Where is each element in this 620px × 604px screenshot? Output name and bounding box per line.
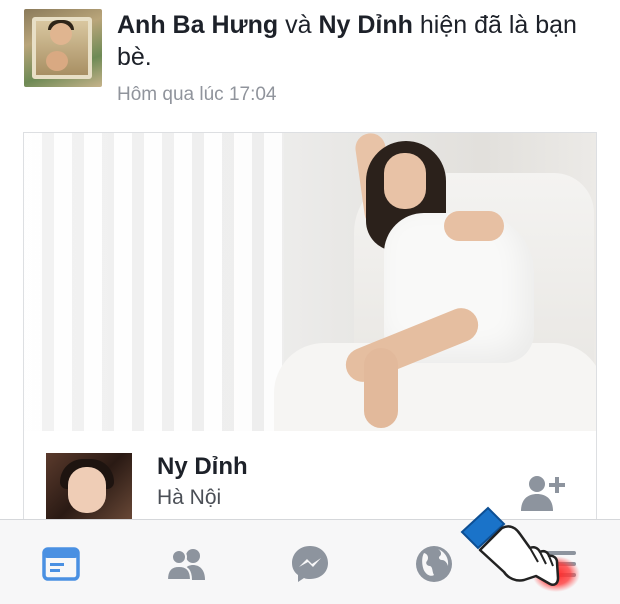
friends-icon [165,549,205,581]
story-actor-2[interactable]: Ny Dỉnh [318,11,412,39]
story-connector: và [285,11,312,39]
story-actor-1[interactable]: Anh Ba Hưng [117,11,278,39]
photo-shoulder [444,211,504,241]
friendship-story: Anh Ba Hưng và Ny Dỉnh hiện đã là bạn bè… [0,0,620,125]
friend-card[interactable]: Ny Dỉnh Hà Nội [23,132,597,532]
photo-face [384,153,426,209]
photo-leg-lower [364,348,398,428]
story-avatar[interactable] [24,9,102,87]
messenger-icon [292,546,328,582]
story-text: Anh Ba Hưng và Ny Dỉnh hiện đã là bạn bè… [117,9,597,73]
pointing-hand-icon [458,500,588,600]
profile-avatar-face [68,467,106,513]
globe-icon [416,546,452,582]
profile-name[interactable]: Ny Dỉnh [157,453,248,481]
profile-location: Hà Nội [157,486,222,509]
tab-messenger[interactable] [288,542,332,586]
tab-news-feed[interactable] [39,542,83,586]
cover-photo[interactable] [24,133,596,431]
avatar-face-1 [50,23,72,45]
photo-curtain [24,133,284,431]
avatar-face-2 [46,51,68,71]
tab-friends[interactable] [164,542,208,586]
story-timestamp[interactable]: Hôm qua lúc 17:04 [117,84,277,106]
news-feed-icon [42,547,80,581]
profile-avatar[interactable] [46,453,132,523]
tab-notifications[interactable] [412,542,456,586]
